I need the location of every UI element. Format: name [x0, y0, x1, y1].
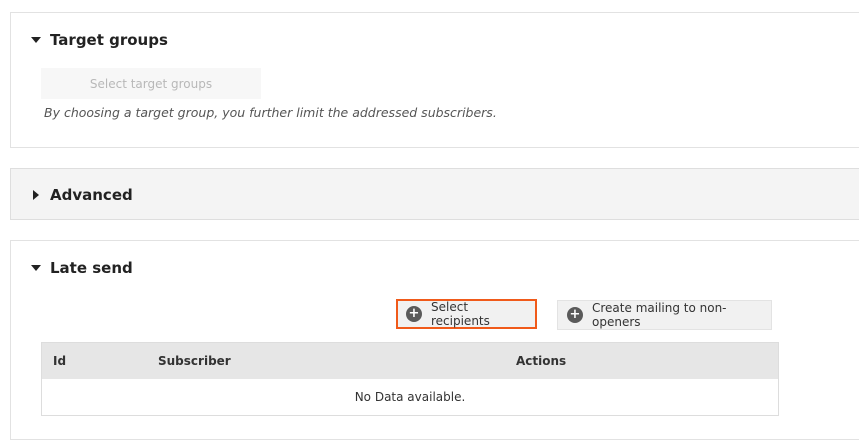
target-groups-panel: Target groups Select target groups By ch…: [10, 12, 859, 148]
select-recipients-button[interactable]: + Select recipients: [396, 299, 537, 329]
late-send-panel: Late send + Select recipients + Create m…: [10, 240, 859, 440]
advanced-title: Advanced: [50, 186, 133, 204]
caret-down-icon: [31, 37, 41, 43]
create-mailing-non-openers-button[interactable]: + Create mailing to non-openers: [557, 300, 772, 330]
column-header-id[interactable]: Id: [53, 354, 66, 368]
column-header-actions: Actions: [516, 354, 567, 368]
caret-down-icon: [31, 265, 41, 271]
late-send-header[interactable]: Late send: [31, 259, 133, 277]
create-mailing-label: Create mailing to non-openers: [592, 301, 727, 329]
select-target-groups-button[interactable]: Select target groups: [41, 68, 261, 99]
advanced-panel: Advanced: [10, 168, 859, 220]
empty-table-row: No Data available.: [354, 390, 466, 404]
target-groups-header[interactable]: Target groups: [31, 31, 168, 49]
advanced-header[interactable]: Advanced: [31, 186, 133, 204]
recipients-table: Id Subscriber Actions No Data available.: [41, 342, 779, 416]
caret-right-icon: [33, 190, 39, 200]
plus-circle-icon: +: [406, 306, 422, 322]
target-groups-title: Target groups: [50, 31, 168, 49]
late-send-title: Late send: [50, 259, 133, 277]
table-header: Id Subscriber Actions: [42, 343, 778, 379]
select-recipients-label: Select recipients: [431, 300, 490, 328]
plus-circle-icon: +: [567, 307, 583, 323]
target-groups-hint: By choosing a target group, you further …: [44, 105, 497, 120]
column-header-subscriber[interactable]: Subscriber: [158, 354, 231, 368]
